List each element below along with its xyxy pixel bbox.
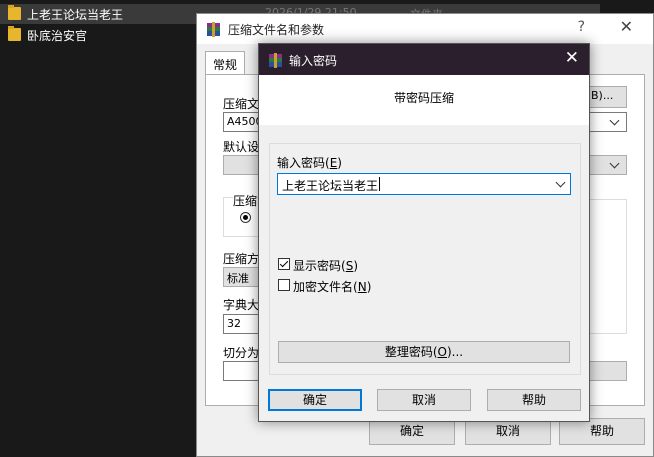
- organize-suffix: )...: [447, 345, 464, 359]
- browse-label: B)...: [591, 89, 614, 102]
- profile-label: 默认设: [223, 140, 260, 154]
- chevron-down-icon: [609, 158, 620, 169]
- method-value: 标准: [227, 272, 249, 285]
- archive-dialog-title: 压缩文件名和参数: [228, 23, 325, 37]
- cancel-button[interactable]: 取消: [377, 389, 471, 411]
- options-group: [587, 199, 627, 334]
- archive-dialog-titlebar: 压缩文件名和参数 ? ✕: [197, 14, 653, 44]
- help-button[interactable]: 帮助: [559, 418, 645, 445]
- cancel-button[interactable]: 取消: [465, 418, 551, 445]
- chevron-down-icon[interactable]: [555, 177, 566, 188]
- file-name: 卧底治安官: [27, 29, 88, 43]
- folder-icon: [8, 26, 21, 41]
- file-name: 上老王论坛当老王: [27, 8, 124, 22]
- help-icon[interactable]: ?: [578, 19, 585, 35]
- folder-icon: [8, 5, 21, 20]
- profile-select[interactable]: [587, 155, 627, 175]
- encrypt-filenames-text: 加密文件名: [293, 280, 354, 294]
- tab-general-label: 常规: [213, 58, 238, 72]
- dictionary-label: 字典大: [223, 298, 260, 312]
- method-label: 压缩方: [223, 252, 260, 266]
- encrypt-filenames-checkbox[interactable]: [278, 279, 290, 291]
- show-password-label[interactable]: 显示密码(S): [293, 257, 358, 274]
- encrypt-filenames-label[interactable]: 加密文件名(N): [293, 278, 371, 295]
- organize-passwords-button[interactable]: 整理密码(O)...: [278, 341, 570, 363]
- show-password-hotkey: S: [345, 259, 354, 273]
- update-mode-select[interactable]: [587, 112, 627, 132]
- password-label: 输入密码(E): [277, 156, 342, 170]
- format-label: 压缩: [233, 192, 258, 209]
- password-dialog-title: 输入密码: [289, 54, 338, 68]
- show-password-text: 显示密码: [293, 259, 342, 273]
- close-icon[interactable]: ✕: [565, 48, 579, 68]
- text-caret: [379, 177, 380, 191]
- organize-hotkey: O: [437, 345, 447, 359]
- header-text: 带密码压缩: [393, 91, 454, 105]
- help-button[interactable]: 帮助: [487, 389, 581, 411]
- set-password-button[interactable]: [587, 361, 627, 381]
- profile-button[interactable]: [223, 155, 263, 175]
- password-label-text: 输入密码: [277, 156, 326, 170]
- ok-button[interactable]: 确定: [369, 418, 455, 445]
- password-dialog: 输入密码 ✕ 带密码压缩 输入密码(E) 上老王论坛当老王 显示密码(S) 加密…: [258, 43, 590, 422]
- dialog-header: 带密码压缩: [259, 75, 589, 125]
- split-field[interactable]: [223, 361, 263, 381]
- tab-general[interactable]: 常规: [205, 51, 245, 75]
- winrar-icon: [269, 53, 282, 68]
- password-input[interactable]: 上老王论坛当老王: [277, 173, 571, 195]
- chevron-down-icon: [609, 115, 620, 126]
- archive-name-label: 压缩文: [223, 97, 260, 111]
- password-label-hotkey: E: [329, 156, 338, 170]
- split-label: 切分为: [223, 346, 260, 360]
- encrypt-filenames-hotkey: N: [357, 280, 367, 294]
- format-radio[interactable]: [240, 212, 251, 223]
- dictionary-value: 32: [227, 317, 241, 330]
- browse-button[interactable]: B)...: [587, 86, 627, 108]
- ok-button[interactable]: 确定: [268, 389, 362, 411]
- close-icon[interactable]: ✕: [620, 17, 633, 36]
- dictionary-select[interactable]: 32: [223, 314, 263, 334]
- method-select[interactable]: 标准: [223, 267, 263, 287]
- organize-text: 整理密码(: [384, 345, 438, 359]
- winrar-icon: [207, 22, 220, 37]
- password-value: 上老王论坛当老王: [282, 179, 379, 193]
- archive-name-field[interactable]: A4500: [223, 112, 263, 132]
- show-password-checkbox[interactable]: [278, 258, 290, 270]
- password-dialog-titlebar: 输入密码 ✕: [259, 44, 589, 75]
